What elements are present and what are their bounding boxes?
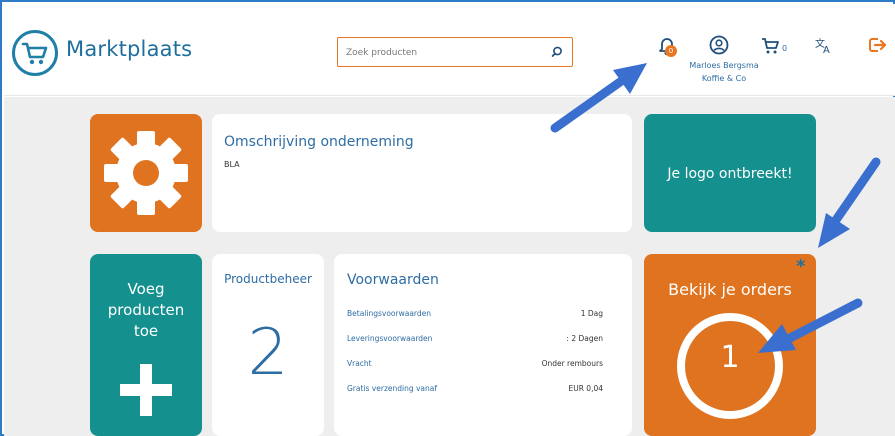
add-products-label-line1: Voeg <box>127 280 165 298</box>
condition-row: Leveringsvoorwaarden : 2 Dagen <box>347 334 603 346</box>
product-count: 2 <box>247 316 289 390</box>
footer-note <box>202 429 702 436</box>
conditions-tile[interactable]: Voorwaarden Betalingsvoorwaarden 1 Dag L… <box>334 254 632 436</box>
company-description-tile[interactable]: Omschrijving onderneming BLA <box>212 114 632 232</box>
top-header: Marktplaats 0 Marloes Bergsma Koffie & C… <box>4 4 895 96</box>
condition-row: Vracht Onder rembours <box>347 359 603 371</box>
cart-icon[interactable] <box>759 34 781 56</box>
add-products-tile[interactable]: Voeg producten toe <box>90 254 202 436</box>
plus-icon <box>120 364 172 416</box>
product-management-tile[interactable]: Productbeheer 2 <box>212 254 324 436</box>
condition-label[interactable]: Betalingsvoorwaarden <box>347 309 431 318</box>
gear-icon <box>104 131 188 215</box>
condition-row: Gratis verzending vanaf EUR 0,04 <box>347 384 603 396</box>
cart-logo-icon[interactable] <box>12 30 58 76</box>
condition-label[interactable]: Leveringsvoorwaarden <box>347 334 432 343</box>
user-name[interactable]: Marloes Bergsma <box>668 61 780 70</box>
brand-name[interactable]: Marktplaats <box>66 37 192 61</box>
condition-value: EUR 0,04 <box>568 384 603 393</box>
search-icon[interactable] <box>550 45 564 59</box>
cart-count: 0 <box>782 44 788 53</box>
user-company[interactable]: Koffie & Co <box>668 74 780 83</box>
conditions-title: Voorwaarden <box>347 272 439 288</box>
settings-tile[interactable] <box>90 114 202 232</box>
condition-row: Betalingsvoorwaarden 1 Dag <box>347 309 603 321</box>
condition-value: : 2 Dagen <box>566 334 603 343</box>
notification-badge: 0 <box>665 45 677 57</box>
view-orders-tile[interactable]: * Bekijk je orders 1 <box>644 254 816 436</box>
condition-value: 1 Dag <box>580 309 603 318</box>
orders-count: 1 <box>720 340 740 375</box>
translate-icon[interactable]: 文 A <box>813 34 835 56</box>
svg-text:A: A <box>823 45 830 56</box>
condition-label[interactable]: Gratis verzending vanaf <box>347 384 437 393</box>
search-box[interactable] <box>337 37 573 67</box>
logout-icon[interactable] <box>866 34 888 56</box>
user-icon[interactable] <box>708 34 730 56</box>
search-input[interactable] <box>346 46 546 60</box>
description-text: BLA <box>224 160 240 169</box>
orders-asterisk: * <box>796 256 806 277</box>
description-title: Omschrijving onderneming <box>224 134 414 150</box>
add-products-label-line2: producten <box>107 301 185 319</box>
condition-value: Onder rembours <box>541 359 603 368</box>
dashboard-content: Omschrijving onderneming BLA Je logo ont… <box>4 97 895 436</box>
app-window: Marktplaats 0 Marloes Bergsma Koffie & C… <box>0 0 895 436</box>
add-products-label-line3: toe <box>133 322 159 340</box>
orders-title: Bekijk je orders <box>668 280 792 299</box>
product-management-title: Productbeheer <box>224 272 312 286</box>
logo-missing-text: Je logo ontbreekt! <box>667 166 793 182</box>
logo-missing-tile[interactable]: Je logo ontbreekt! <box>644 114 816 232</box>
condition-label[interactable]: Vracht <box>347 359 372 368</box>
